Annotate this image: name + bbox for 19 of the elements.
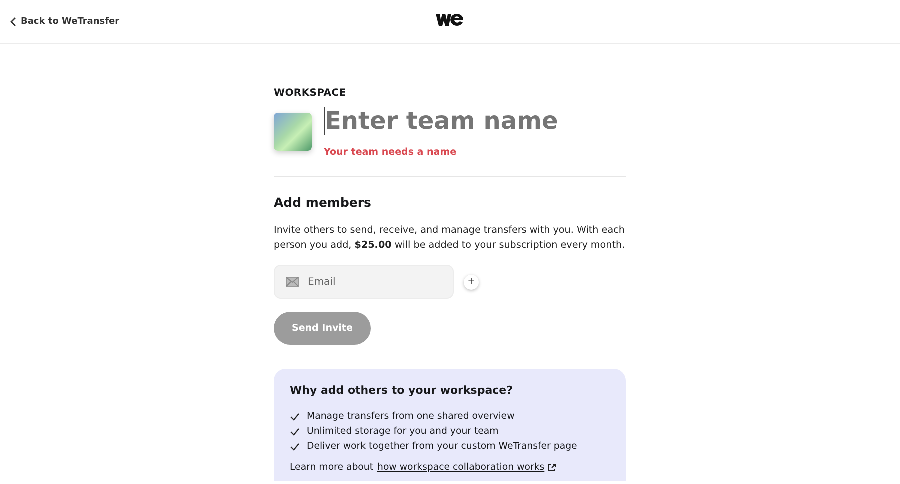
section-title: Add members xyxy=(274,195,372,210)
back-link[interactable]: Back to WeTransfer xyxy=(10,16,120,26)
chevron-left-icon xyxy=(10,16,17,26)
learn-more-text: Learn more about xyxy=(290,462,374,473)
add-email-button[interactable]: + xyxy=(464,274,479,290)
external-link-icon xyxy=(548,464,556,472)
envelope-icon xyxy=(286,277,299,287)
collaboration-link[interactable]: how workspace collaboration works xyxy=(378,462,556,473)
team-avatar[interactable] xyxy=(274,113,312,151)
logo-icon xyxy=(436,13,464,27)
description-text: Invite others to send, receive, and manage transfers with you. With each person you add, $25.00 will be added to your subscription every month. xyxy=(274,224,626,252)
error-message: Your team needs a name xyxy=(324,147,458,158)
benefit-text: Manage transfers from one shared overview xyxy=(307,411,515,422)
team-name-field[interactable]: Enter team name xyxy=(324,107,624,135)
section-label: WORKSPACE xyxy=(274,88,348,99)
email-field[interactable]: Email xyxy=(274,265,454,299)
benefit-text: Deliver work together from your custom WeTransfer page xyxy=(307,441,578,452)
card-title: Why add others to your workspace? xyxy=(290,384,514,397)
benefit-text: Unlimited storage for you and your team xyxy=(307,426,499,437)
